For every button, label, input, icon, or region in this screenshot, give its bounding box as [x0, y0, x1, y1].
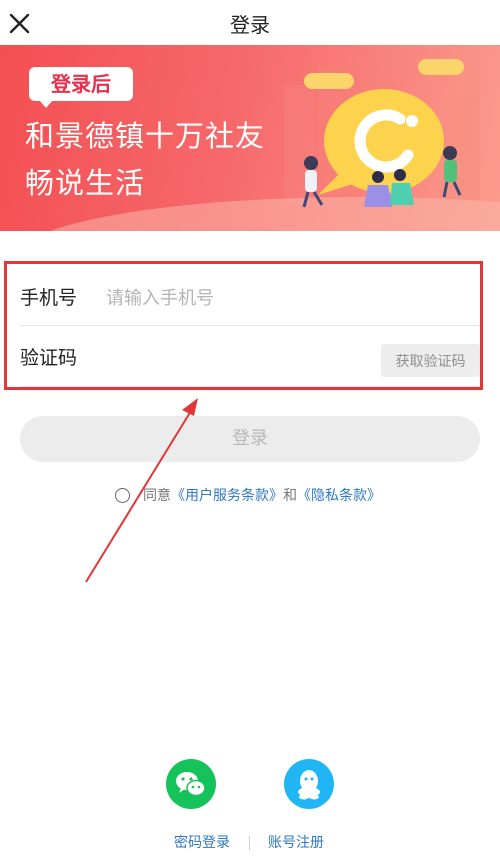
- form-divider: [20, 325, 480, 326]
- password-login-link[interactable]: 密码登录: [174, 833, 230, 853]
- qq-login-button[interactable]: [284, 759, 334, 809]
- agreement-prefix: 同意: [143, 488, 171, 504]
- agreement-text: 同意《用户服务条款》和《隐私条款》: [143, 486, 381, 506]
- login-button[interactable]: 登录: [20, 416, 480, 462]
- promo-banner: 登录后 和景德镇十万社友 畅说生活: [0, 45, 500, 231]
- agree-radio[interactable]: [115, 488, 130, 503]
- form-divider: [20, 386, 480, 387]
- agreement-and: 和: [283, 488, 297, 504]
- phone-label: 手机号: [20, 287, 78, 309]
- top-bar: 登录: [0, 0, 500, 44]
- privacy-link[interactable]: 《隐私条款》: [297, 488, 381, 504]
- qq-icon: [298, 770, 320, 800]
- register-link[interactable]: 账号注册: [268, 833, 324, 853]
- code-label: 验证码: [20, 347, 78, 369]
- link-separator: [249, 836, 250, 850]
- page-title: 登录: [230, 13, 270, 37]
- phone-input[interactable]: [106, 282, 406, 314]
- wechat-login-button[interactable]: [166, 759, 216, 809]
- phone-row: 手机号: [20, 268, 480, 328]
- code-row: 验证码 获取验证码: [20, 328, 480, 388]
- bottom-links: 密码登录 账号注册: [0, 833, 500, 853]
- wechat-icon: [176, 772, 206, 797]
- banner-tag: 登录后: [29, 67, 133, 108]
- code-input[interactable]: [106, 342, 406, 374]
- terms-link[interactable]: 《用户服务条款》: [171, 488, 283, 504]
- banner-slogan-line1: 和景德镇十万社友: [25, 119, 266, 153]
- get-code-button[interactable]: 获取验证码: [381, 344, 480, 377]
- banner-slogan-line2: 畅说生活: [25, 166, 146, 200]
